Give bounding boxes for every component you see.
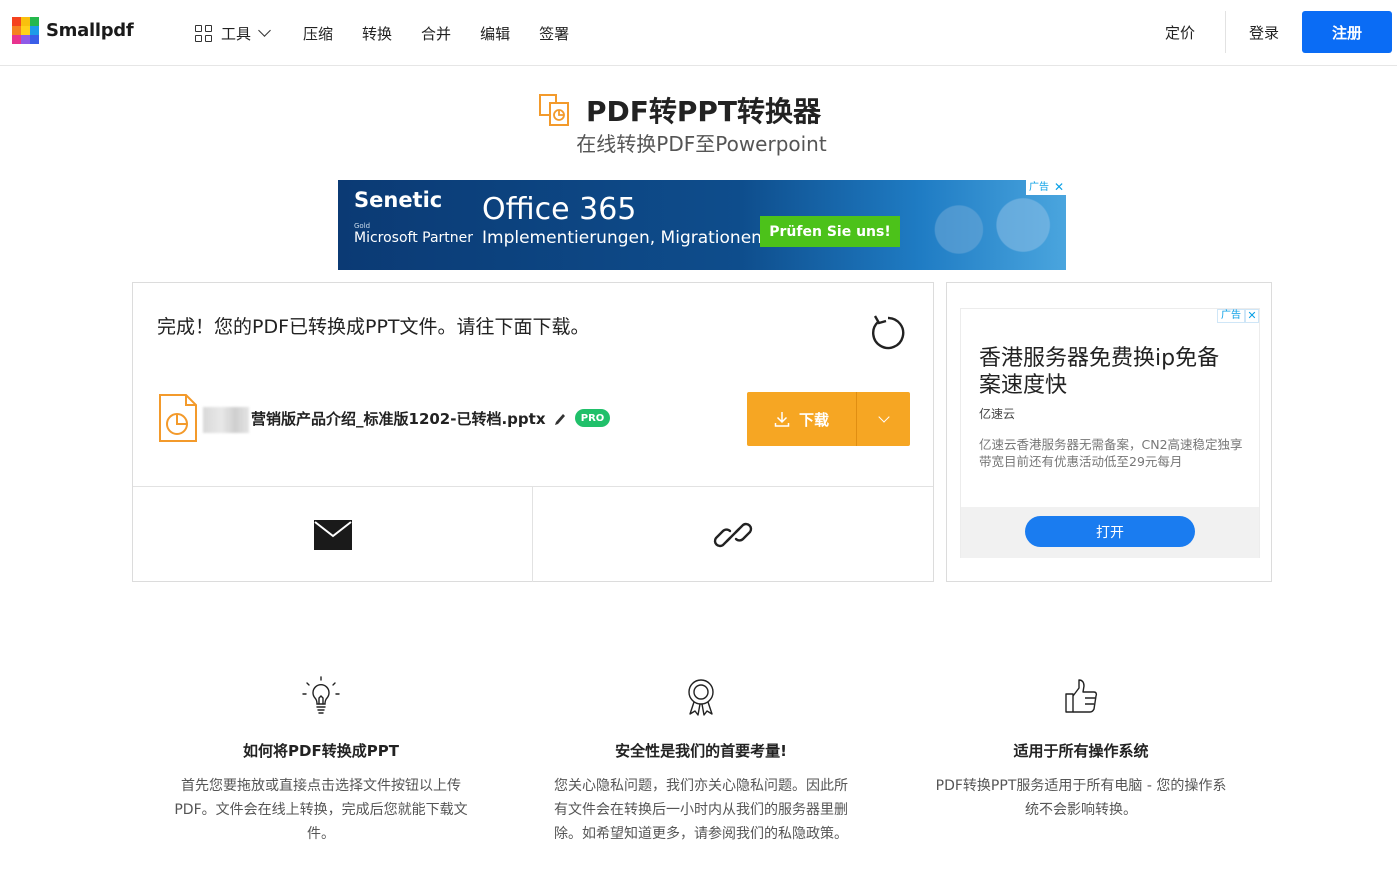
nav-convert[interactable]: 转换 <box>362 23 392 44</box>
main-nav: 工具 压缩 转换 合并 编辑 签署 <box>195 0 598 66</box>
feature-security: 安全性是我们的首要考量! 您关心隐私问题，我们亦关心隐私问题。因此所有文件会在转… <box>551 676 851 846</box>
page-subtitle: 在线转换PDF至Powerpoint <box>576 132 827 156</box>
feature-how-to: 如何将PDF转换成PPT 首先您要拖放或直接点击选择文件按钮以上传PDF。文件会… <box>171 676 471 846</box>
redacted-filename-prefix <box>203 407 249 433</box>
download-options-button[interactable] <box>857 392 910 446</box>
chevron-down-icon <box>877 411 890 423</box>
grid-icon <box>195 24 212 42</box>
ad-tagline: Implementierungen, Migrationen. <box>482 228 768 248</box>
ad-cta-button[interactable]: Prüfen Sie uns! <box>760 216 900 247</box>
chevron-down-icon <box>258 24 271 37</box>
side-ad: 广告 ✕ 香港服务器免费换ip免备案速度快 亿速云 亿速云香港服务器无需备案，C… <box>946 282 1272 582</box>
signup-button[interactable]: 注册 <box>1302 11 1392 53</box>
header-divider <box>1224 11 1226 53</box>
side-ad-headline[interactable]: 香港服务器免费换ip免备案速度快 <box>979 345 1229 399</box>
tools-label: 工具 <box>221 24 252 43</box>
ad-close-icon[interactable]: ✕ <box>1052 180 1066 195</box>
logo[interactable]: Smallpdf <box>12 17 134 44</box>
lightbulb-icon <box>302 676 340 714</box>
nav-edit[interactable]: 编辑 <box>480 23 510 44</box>
share-email-button[interactable] <box>133 487 532 582</box>
nav-compress[interactable]: 压缩 <box>303 23 333 44</box>
page-title-row: PDF转PPT转换器 <box>0 90 1397 130</box>
feature-title: 适用于所有操作系统 <box>1013 742 1149 760</box>
pricing-link[interactable]: 定价 <box>1165 22 1195 43</box>
ad-product: Office 365 <box>482 192 637 227</box>
nav-sign[interactable]: 签署 <box>539 23 569 44</box>
brand-name: Smallpdf <box>46 20 134 41</box>
share-link-button[interactable] <box>533 487 933 582</box>
ad-partner: Microsoft Partner <box>354 230 474 246</box>
download-group: 下载 <box>747 392 910 446</box>
ppt-file-icon <box>159 394 197 442</box>
file-name: 营销版产品介绍_标准版1202-已转档.pptx <box>251 410 546 428</box>
ppt-converter-icon <box>538 94 569 126</box>
ad-brand: Senetic <box>354 188 443 212</box>
pencil-icon[interactable] <box>553 411 565 425</box>
side-ad-footer: 打开 <box>961 507 1259 558</box>
side-ad-tag: 广告 <box>1217 309 1245 323</box>
login-link[interactable]: 登录 <box>1249 22 1279 43</box>
side-ad-content[interactable]: 广告 ✕ 香港服务器免费换ip免备案速度快 亿速云 亿速云香港服务器无需备案，C… <box>960 308 1260 558</box>
side-ad-description: 亿速云香港服务器无需备案，CN2高速稳定独享带宽目前还有优惠活动低至29元每月 <box>979 437 1243 469</box>
feature-text: PDF转换PPT服务适用于所有电脑 - 您的操作系统不会影响转换。 <box>935 778 1227 818</box>
feature-text: 首先您要拖放或直接点击选择文件按钮以上传PDF。文件会在线上转换，完成后您就能下… <box>174 778 468 842</box>
side-ad-brand: 亿速云 <box>979 407 1016 421</box>
refresh-icon[interactable] <box>866 310 906 352</box>
feature-all-os: 适用于所有操作系统 PDF转换PPT服务适用于所有电脑 - 您的操作系统不会影响… <box>931 676 1231 822</box>
feature-title: 安全性是我们的首要考量! <box>615 742 787 760</box>
ad-tag: 广告 <box>1026 180 1052 195</box>
download-label: 下载 <box>798 410 829 429</box>
email-icon <box>313 519 352 550</box>
ad-gold-label: Gold <box>354 222 371 230</box>
ad-banner[interactable]: Senetic Gold Microsoft Partner Office 36… <box>338 180 1066 270</box>
feature-title: 如何将PDF转换成PPT <box>243 742 399 760</box>
result-card: 完成！您的PDF已转换成PPT文件。请往下面下载。 营销版产品介绍_标准版120… <box>132 282 934 582</box>
page-title: PDF转PPT转换器 <box>585 95 822 128</box>
side-ad-open-button[interactable]: 打开 <box>1025 516 1195 547</box>
download-icon <box>774 412 790 427</box>
header-actions: 定价 登录 注册 <box>1165 11 1392 53</box>
link-icon <box>713 522 753 547</box>
top-header: Smallpdf 工具 压缩 转换 合并 编辑 签署 定价 登录 注册 <box>0 0 1397 66</box>
success-message: 完成！您的PDF已转换成PPT文件。请往下面下载。 <box>157 316 590 338</box>
award-icon <box>688 679 714 716</box>
nav-merge[interactable]: 合并 <box>421 23 451 44</box>
pro-badge: PRO <box>575 409 610 427</box>
thumbs-up-icon <box>1065 679 1098 713</box>
smallpdf-logo-icon <box>12 17 39 44</box>
side-ad-close-icon[interactable]: ✕ <box>1245 309 1259 323</box>
download-button[interactable]: 下载 <box>747 392 856 446</box>
feature-text: 您关心隐私问题，我们亦关心隐私问题。因此所有文件会在转换后一小时内从我们的服务器… <box>554 778 848 842</box>
tools-menu[interactable]: 工具 <box>195 23 271 44</box>
